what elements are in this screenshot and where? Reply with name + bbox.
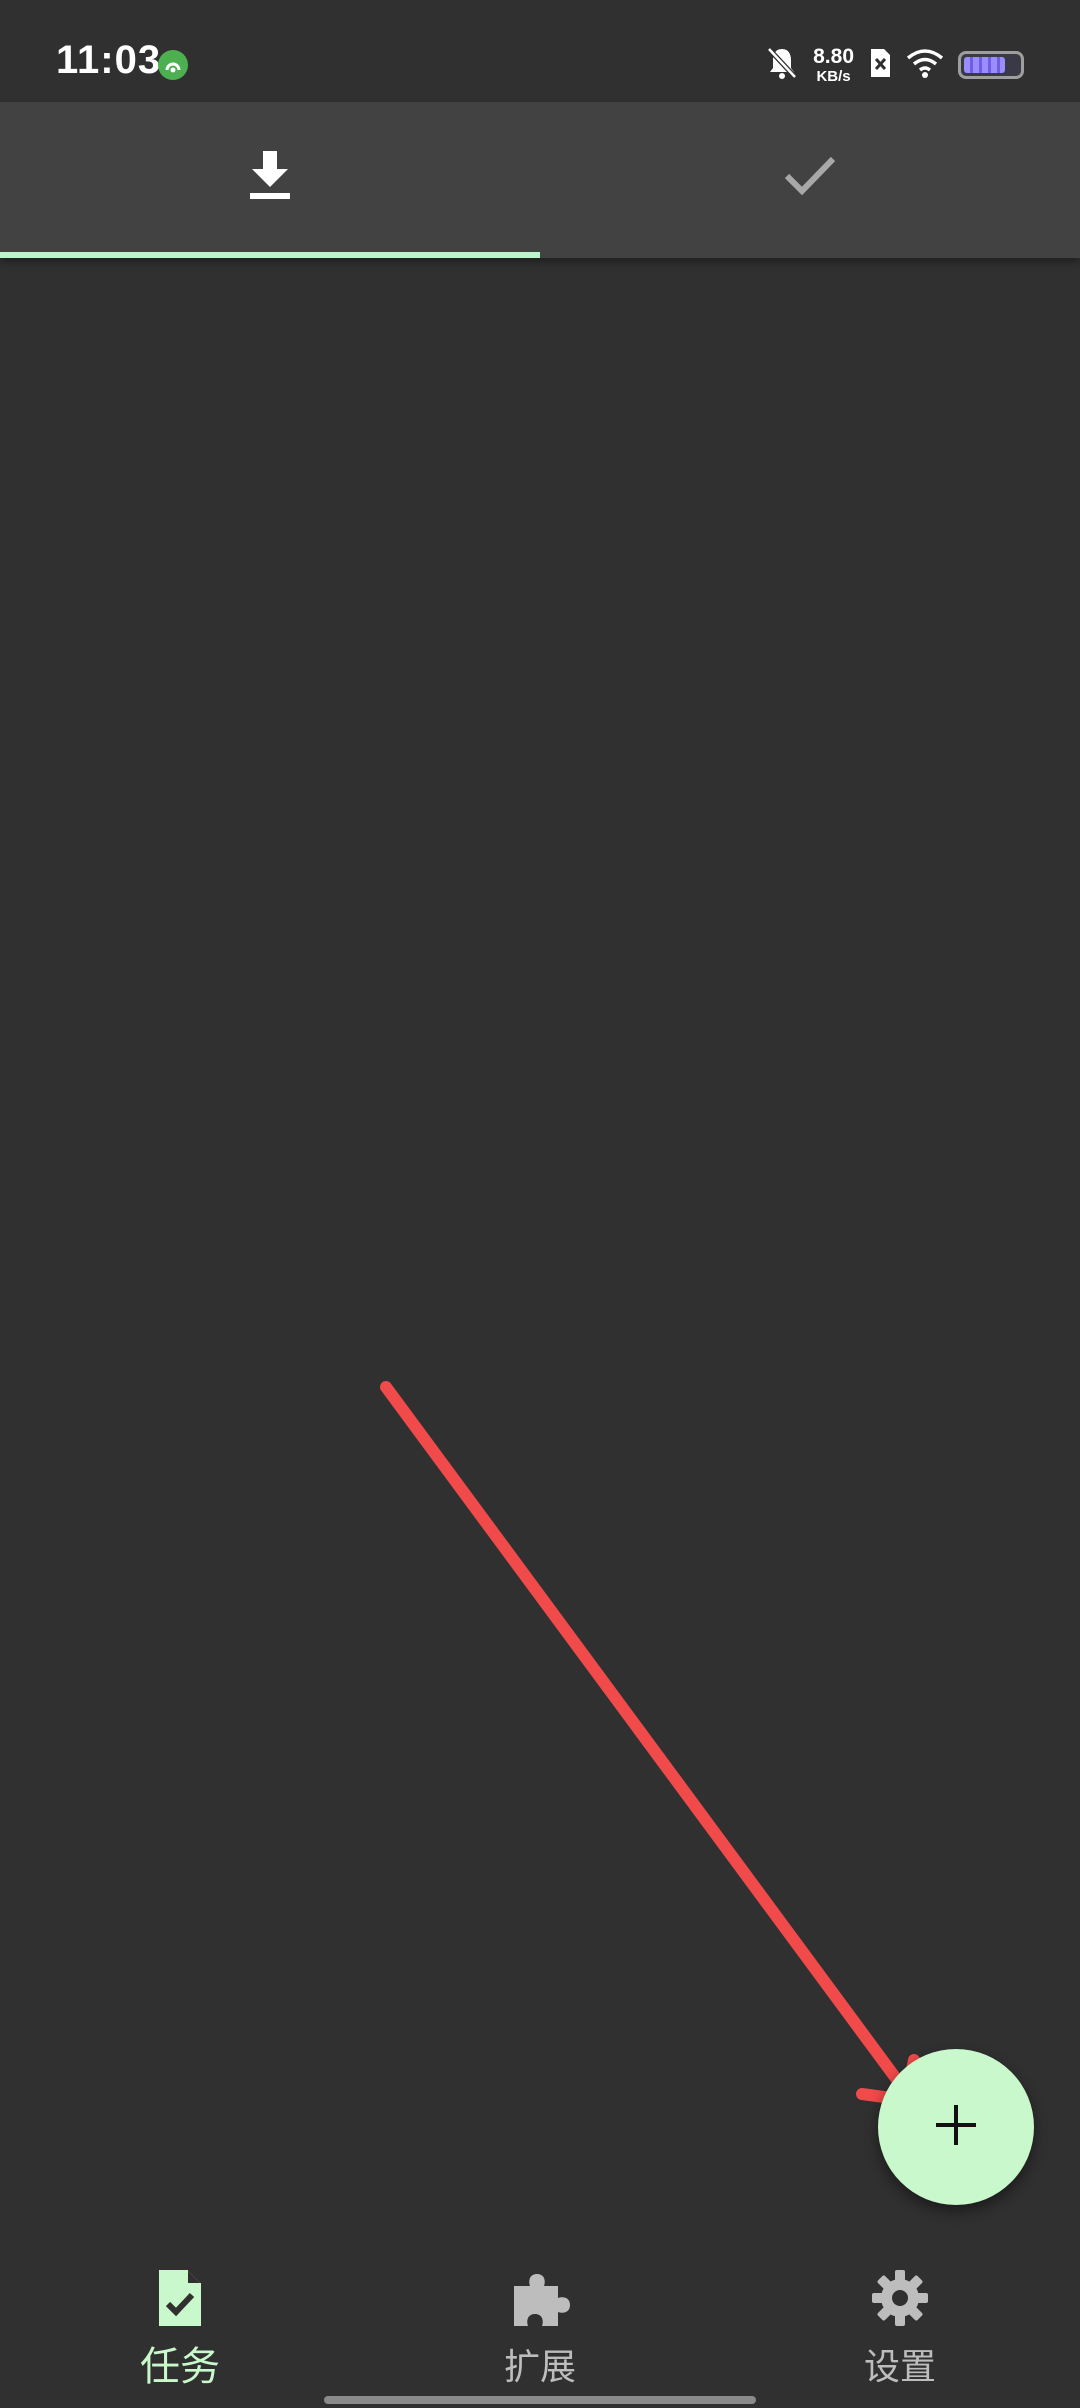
red-arrow-annotation [380, 1381, 920, 2106]
download-icon [248, 149, 292, 205]
puzzle-icon [508, 2268, 572, 2332]
network-speed: 8.80 KB/s [813, 46, 854, 84]
nav-item-tasks[interactable]: 任务 [0, 2268, 360, 2398]
tab-downloading[interactable] [0, 102, 540, 252]
gear-icon [870, 2268, 930, 2332]
nav-item-extensions[interactable]: 扩展 [360, 2268, 720, 2398]
status-icons: 8.80 KB/s [765, 40, 1024, 90]
home-indicator[interactable] [324, 2396, 756, 2404]
check-icon [783, 154, 837, 200]
network-speed-unit: KB/s [816, 68, 851, 85]
sim-disabled-icon [868, 47, 892, 83]
task-file-check-icon [155, 2268, 205, 2332]
app-notification-icon [158, 50, 188, 80]
battery-icon [958, 51, 1024, 79]
battery-level-fill [964, 57, 1005, 73]
nav-item-settings[interactable]: 设置 [720, 2268, 1080, 2398]
app-screen: 11:03 8.80 KB/s 任务 扩展 设置 [0, 0, 1080, 2408]
add-task-button[interactable] [878, 2049, 1034, 2205]
tab-bar [0, 102, 1080, 258]
bottom-navigation: 任务 扩展 设置 [0, 2258, 1080, 2408]
network-speed-value: 8.80 [813, 45, 854, 68]
status-time: 11:03 [56, 38, 162, 82]
tab-selection-indicator [0, 252, 540, 258]
tab-completed[interactable] [540, 102, 1080, 252]
plus-icon [934, 2103, 978, 2151]
bell-muted-icon [765, 45, 799, 85]
nav-label-tasks: 任务 [140, 2344, 220, 2390]
nav-label-settings: 设置 [863, 2347, 936, 2388]
status-bar: 11:03 8.80 KB/s [0, 0, 1080, 102]
nav-label-extensions: 扩展 [503, 2347, 576, 2388]
wifi-icon [906, 48, 944, 82]
